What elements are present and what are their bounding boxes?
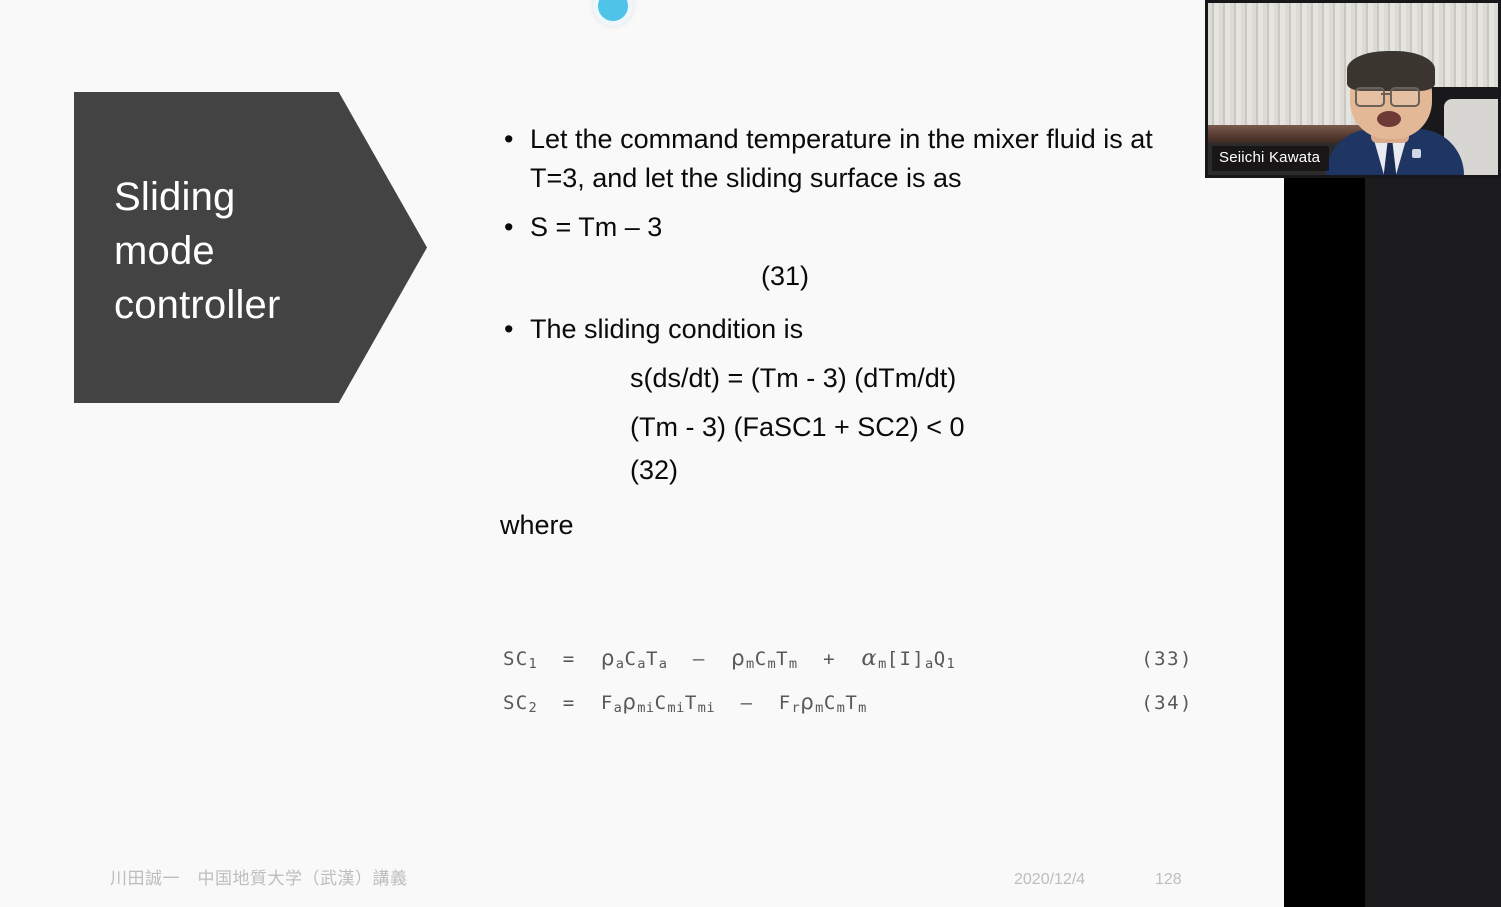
bullet-item: • S = Tm – 3: [500, 208, 1200, 247]
video-person-lapel-pin: [1412, 149, 1421, 158]
where-label: where: [500, 510, 574, 540]
scanned-equation-33-body: SC1 = ρaCaTa – ρmCmTm + αm[I]aQ1: [503, 645, 956, 672]
screen-root: Sliding mode controller • Let the comman…: [0, 0, 1501, 907]
scanned-equation-34-body: SC2 = FaρmiCmiTmi – FrρmCmTm: [503, 690, 867, 716]
scanned-equation-row: SC2 = FaρmiCmiTmi – FrρmCmTm (34): [503, 690, 1193, 716]
video-person-glasses-right-icon: [1390, 87, 1420, 107]
equation-number-32: (32): [630, 455, 679, 485]
video-person-glasses-left-icon: [1355, 87, 1385, 107]
bullet-text: S = Tm – 3: [530, 212, 663, 242]
scanned-equation-row: SC1 = ρaCaTa – ρmCmTm + αm[I]aQ1 (33): [503, 645, 1193, 672]
video-person-glasses-bridge-icon: [1381, 93, 1390, 95]
footer-author-affiliation: 川田誠一 中国地質大学（武漢）講義: [110, 869, 408, 888]
scanned-equations-image: SC1 = ρaCaTa – ρmCmTm + αm[I]aQ1 (33) SC…: [503, 645, 1193, 734]
scanned-equation-33-number: (33): [1141, 648, 1193, 670]
video-person-hair: [1347, 51, 1435, 91]
bullet-marker-icon: •: [504, 212, 514, 242]
video-participant-name-label: Seiichi Kawata: [1212, 146, 1330, 171]
footer-date: 2020/12/4: [1014, 871, 1086, 888]
equation-sliding-condition: s(ds/dt) = (Tm - 3) (dTm/dt): [630, 363, 957, 393]
equation-sliding-inequality: (Tm - 3) (FaSC1 + SC2) < 0: [630, 412, 965, 442]
bullet-text: The sliding condition is: [530, 314, 804, 344]
slide-body-content: • Let the command temperature in the mix…: [500, 120, 1200, 545]
scanned-equation-34-number: (34): [1141, 692, 1193, 714]
presentation-slide: Sliding mode controller • Let the comman…: [0, 0, 1284, 907]
bullet-item: • The sliding condition is: [500, 310, 1200, 349]
bullet-marker-icon: •: [504, 124, 514, 154]
video-participant-tile[interactable]: Seiichi Kawata: [1205, 0, 1501, 178]
video-person-mouth: [1377, 111, 1401, 127]
bullet-marker-icon: •: [504, 314, 514, 344]
slide-title-arrow-shape: Sliding mode controller: [74, 92, 427, 403]
slide-title-text: Sliding mode controller: [114, 175, 281, 327]
footer-page-number: 128: [1155, 871, 1182, 888]
equation-number-31: (31): [760, 261, 809, 291]
bullet-text: Let the command temperature in the mixer…: [530, 124, 1153, 193]
bullet-item: • Let the command temperature in the mix…: [500, 120, 1200, 198]
